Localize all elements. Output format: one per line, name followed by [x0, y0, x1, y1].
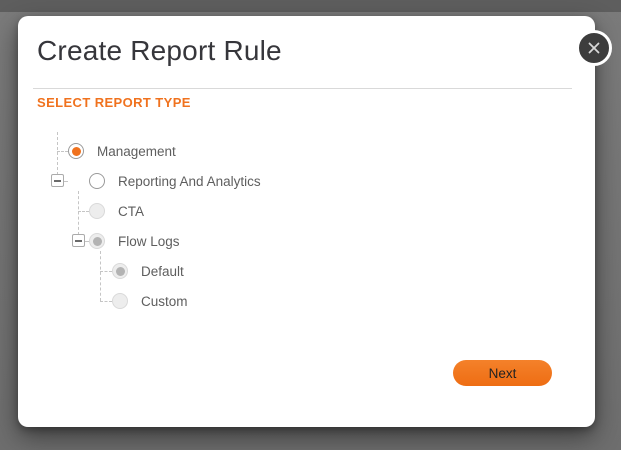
tree-guide — [64, 181, 68, 182]
tree-guide — [100, 251, 101, 301]
radio-dot — [116, 297, 125, 306]
radio-custom — [112, 293, 128, 309]
tree-item-custom: Custom — [112, 286, 188, 316]
radio-dot — [92, 236, 102, 246]
radio-dot — [93, 207, 102, 216]
radio-management[interactable] — [68, 143, 84, 159]
radio-flow-logs — [89, 233, 105, 249]
radio-reporting-and-analytics[interactable] — [89, 173, 105, 189]
tree-item-label[interactable]: Management — [97, 144, 176, 159]
tree-guide — [57, 132, 58, 175]
radio-dot — [71, 146, 81, 156]
tree-item-reporting-and-analytics: Reporting And Analytics — [89, 166, 261, 196]
create-report-rule-dialog: Create Report Rule SELECT REPORT TYPE Ma… — [18, 16, 612, 427]
collapse-toggle-reporting-and-analytics[interactable] — [51, 174, 64, 187]
radio-dot — [93, 177, 102, 186]
close-icon — [588, 42, 600, 54]
tree-guide — [100, 301, 112, 302]
tree-item-label: Flow Logs — [118, 233, 180, 249]
tree-guide — [78, 191, 79, 235]
collapse-toggle-flow-logs[interactable] — [72, 234, 85, 247]
section-heading: SELECT REPORT TYPE — [37, 95, 191, 110]
tree-item-flow-logs: Flow Logs — [89, 226, 180, 256]
tree-item-management: Management — [68, 136, 176, 166]
tree-item-cta: CTA — [89, 196, 144, 226]
tree-item-label[interactable]: Reporting And Analytics — [118, 174, 261, 189]
radio-default — [112, 263, 128, 279]
minus-icon — [54, 179, 61, 182]
close-button[interactable] — [576, 30, 612, 66]
page-title: Create Report Rule — [37, 35, 282, 66]
radio-dot — [115, 266, 125, 276]
radio-cta — [89, 203, 105, 219]
minus-icon — [75, 239, 82, 242]
tree-item-label: CTA — [118, 203, 144, 219]
tree-guide — [57, 151, 68, 152]
tree-item-label: Custom — [141, 293, 188, 309]
backdrop-top-band — [0, 0, 621, 12]
tree-guide — [78, 211, 89, 212]
tree-item-label: Default — [141, 263, 184, 279]
tree-guide — [100, 271, 112, 272]
header-divider — [33, 88, 572, 89]
next-button[interactable]: Next — [453, 360, 552, 386]
tree-item-default: Default — [112, 256, 184, 286]
